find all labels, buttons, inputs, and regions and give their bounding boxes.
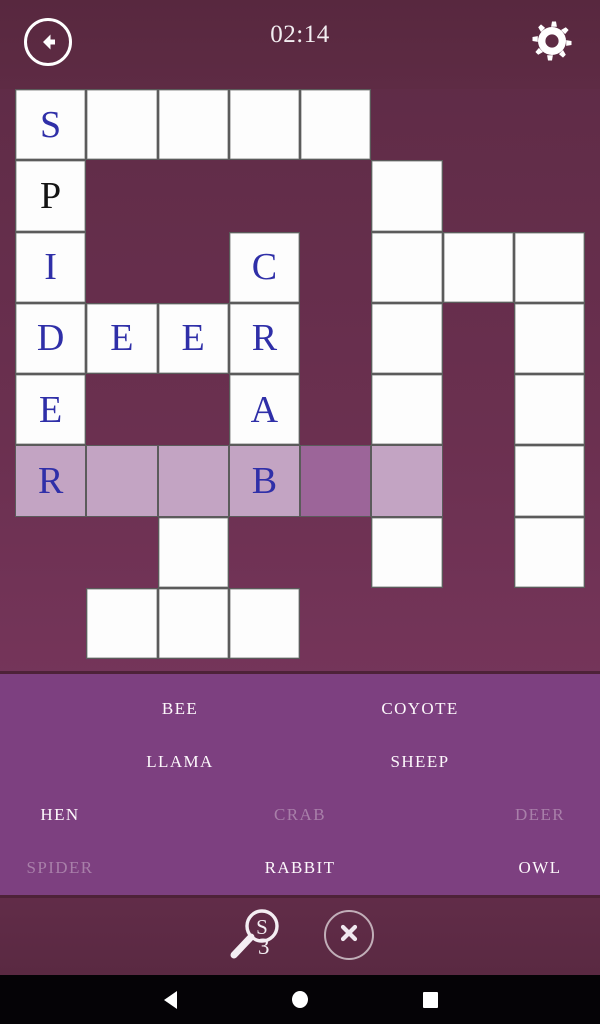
grid-cell-r3-c2[interactable]: E	[157, 302, 229, 374]
grid-cell-r0-c3[interactable]	[228, 89, 300, 161]
grid-cell-r5-c7[interactable]	[513, 445, 585, 517]
word-list-panel: BEE COYOTE LLAMA SHEEP HEN CRAB DEER SPIDER RABB…	[0, 671, 600, 898]
grid-letter: E	[181, 317, 205, 360]
gear-icon	[529, 18, 575, 69]
nav-home-icon	[292, 991, 308, 1008]
clear-button[interactable]	[324, 910, 374, 960]
nav-back-button[interactable]	[130, 975, 210, 1024]
android-nav-bar	[0, 975, 600, 1024]
close-circle-icon	[336, 920, 362, 951]
grid-cell-r3-c7[interactable]	[513, 302, 585, 374]
nav-home-button[interactable]	[260, 975, 340, 1024]
word-list-row: LLAMA SHEEP	[0, 735, 600, 788]
grid-cell-r7-c2[interactable]	[157, 587, 229, 659]
grid-cell-r5-c0[interactable]: R	[15, 445, 87, 517]
grid-cell-r0-c4[interactable]	[300, 89, 372, 161]
grid-letter: E	[39, 388, 63, 431]
grid-cell-r2-c7[interactable]	[513, 231, 585, 303]
grid-cell-r7-c3[interactable]	[228, 587, 300, 659]
grid-cell-r0-c0[interactable]: S	[15, 89, 87, 161]
hint-count: 3	[258, 934, 270, 959]
word-item-llama[interactable]: LLAMA	[120, 752, 240, 772]
grid-cell-r4-c0[interactable]: E	[15, 374, 87, 446]
word-list-row: HEN CRAB DEER	[0, 788, 600, 841]
grid-cell-r5-c5[interactable]	[371, 445, 443, 517]
grid-cell-r2-c0[interactable]: I	[15, 231, 87, 303]
grid-cell-r5-c3[interactable]: B	[228, 445, 300, 517]
action-bar: S 3	[0, 898, 600, 975]
top-bar: 02:14	[0, 0, 600, 89]
grid-cell-r7-c1[interactable]	[86, 587, 158, 659]
grid-cell-r3-c5[interactable]	[371, 302, 443, 374]
grid-cell-r3-c3[interactable]: R	[228, 302, 300, 374]
grid-cell-r4-c3[interactable]: A	[228, 374, 300, 446]
grid-cell-r6-c7[interactable]	[513, 516, 585, 588]
word-item-hen[interactable]: HEN	[0, 805, 120, 825]
crossword-grid[interactable]: SPICDEEREARB	[15, 89, 585, 659]
word-item-bee[interactable]: BEE	[120, 699, 240, 719]
game-screen: 02:14 S P I C D E E R E A R B BEE COYOTE…	[0, 0, 600, 975]
grid-letter: R	[251, 317, 278, 360]
grid-cell-r3-c0[interactable]: D	[15, 302, 87, 374]
grid-cell-r1-c0[interactable]: P	[15, 160, 87, 232]
grid-letter: B	[251, 459, 278, 502]
grid-cell-r2-c3[interactable]: C	[228, 231, 300, 303]
grid-cell-r4-c5[interactable]	[371, 374, 443, 446]
grid-letter: A	[250, 388, 279, 431]
grid-cell-r2-c5[interactable]	[371, 231, 443, 303]
grid-cell-r6-c5[interactable]	[371, 516, 443, 588]
grid-cell-r0-c2[interactable]	[157, 89, 229, 161]
grid-cell-r4-c7[interactable]	[513, 374, 585, 446]
grid-letter: P	[40, 174, 62, 217]
grid-cell-r5-c4[interactable]	[300, 445, 372, 517]
word-item-owl[interactable]: OWL	[480, 858, 600, 878]
nav-back-icon	[163, 990, 177, 1009]
grid-cell-r0-c1[interactable]	[86, 89, 158, 161]
grid-letter: S	[40, 103, 62, 146]
word-item-sheep[interactable]: SHEEP	[360, 752, 480, 772]
word-item-coyote[interactable]: COYOTE	[360, 699, 480, 719]
word-list-row: BEE COYOTE	[0, 682, 600, 735]
word-list-row: SPIDER RABBIT OWL	[0, 841, 600, 894]
grid-cell-r5-c2[interactable]	[157, 445, 229, 517]
grid-cell-r6-c2[interactable]	[157, 516, 229, 588]
grid-cell-r1-c5[interactable]	[371, 160, 443, 232]
timer-display: 02:14	[270, 21, 330, 48]
grid-cell-r5-c1[interactable]	[86, 445, 158, 517]
grid-letter: D	[36, 317, 65, 360]
grid-cell-r3-c1[interactable]: E	[86, 302, 158, 374]
hint-button[interactable]: S	[222, 906, 288, 968]
word-item-deer[interactable]: DEER	[480, 805, 600, 825]
grid-letter: E	[110, 317, 134, 360]
word-item-crab[interactable]: CRAB	[240, 805, 360, 825]
word-item-spider[interactable]: SPIDER	[0, 858, 120, 878]
nav-recent-icon	[422, 991, 438, 1008]
grid-letter: R	[37, 459, 64, 502]
grid-letter: C	[251, 246, 278, 289]
settings-button[interactable]	[526, 17, 578, 69]
grid-letter: I	[44, 246, 57, 289]
nav-recent-button[interactable]	[390, 975, 470, 1024]
grid-cell-r2-c6[interactable]	[442, 231, 514, 303]
word-item-rabbit[interactable]: RABBIT	[240, 858, 360, 878]
